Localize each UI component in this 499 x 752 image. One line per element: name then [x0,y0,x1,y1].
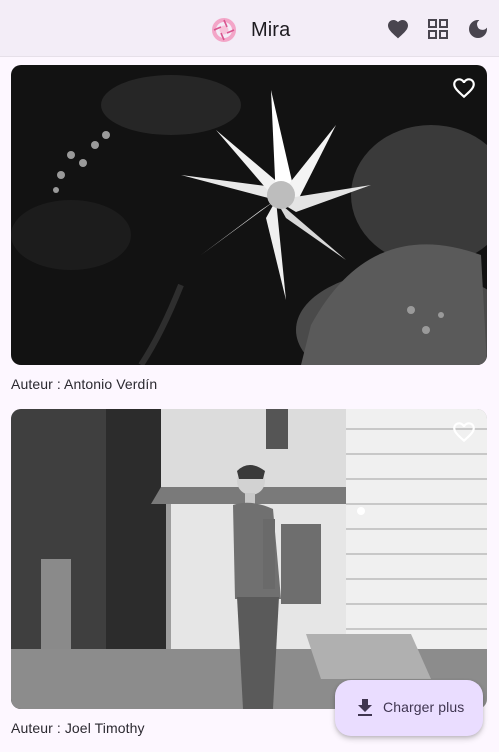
photo-card: Auteur : Antonio Verdín [11,65,487,392]
portrait-photo [11,409,487,709]
heart-outline-icon [453,78,475,99]
heart-outline-icon [453,422,475,443]
favorite-toggle-button[interactable] [449,73,479,103]
brand: Mira [212,16,290,44]
download-icon [358,699,372,716]
photo-portrait[interactable] [11,409,487,709]
app-bar: Mira [0,0,499,57]
theme-toggle-button[interactable] [463,14,493,44]
load-more-label: Charger plus [383,699,465,715]
photo-author: Auteur : Antonio Verdín [11,376,158,392]
layout-grid-button[interactable] [423,14,453,44]
camera-aperture-icon [212,18,236,42]
favorite-toggle-button[interactable] [449,417,479,447]
load-more-button[interactable]: Charger plus [335,680,483,736]
favorites-button[interactable] [383,14,413,44]
photo-water-lily[interactable] [11,65,487,365]
app-title: Mira [251,18,291,41]
heart-filled-icon [388,20,408,39]
grid-icon [428,19,448,39]
moon-icon [469,20,487,38]
water-lily-photo [11,65,487,365]
